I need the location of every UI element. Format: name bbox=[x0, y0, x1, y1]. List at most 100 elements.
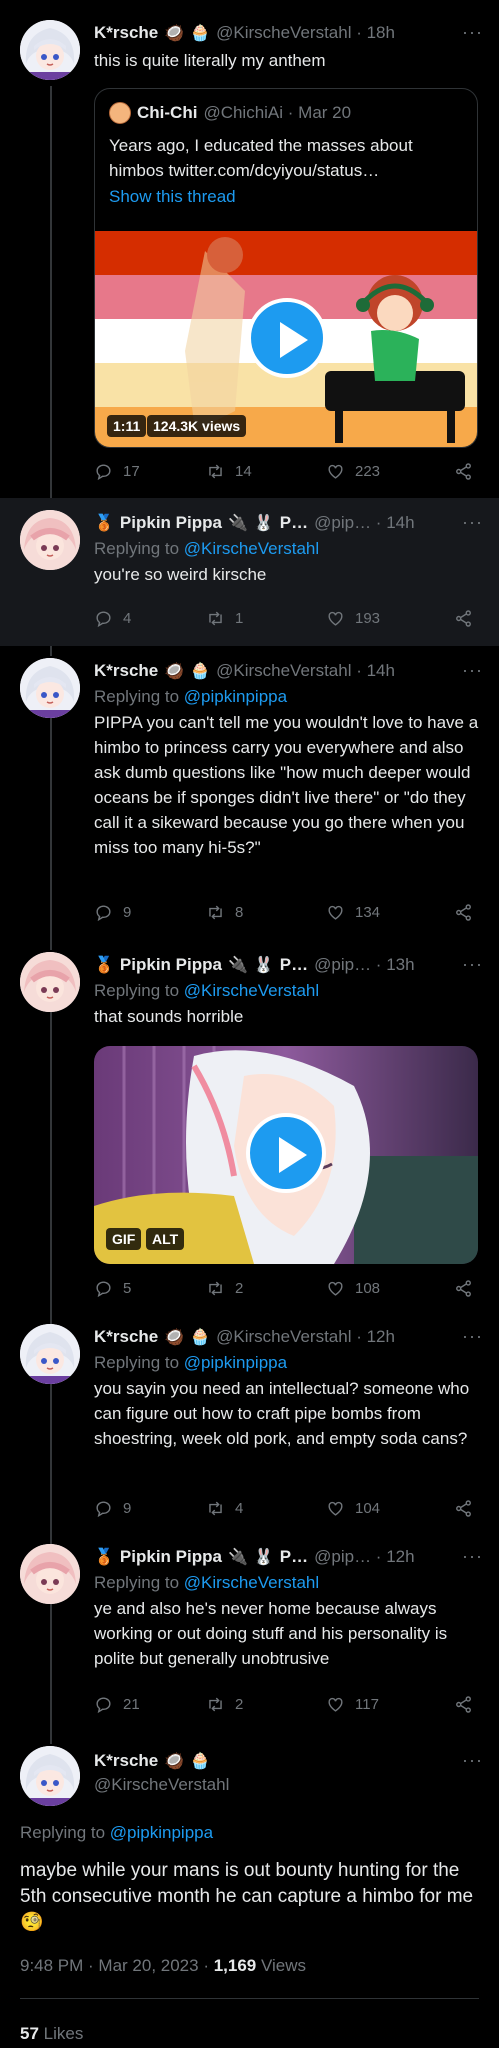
share-button[interactable] bbox=[454, 1695, 473, 1714]
more-icon[interactable]: ··· bbox=[462, 22, 483, 43]
display-name-tail: P… bbox=[279, 513, 309, 532]
likes-summary[interactable]: 57 Likes bbox=[20, 2024, 83, 2044]
handle-time[interactable]: @pip… · 14h bbox=[314, 513, 414, 533]
reply-icon bbox=[96, 1500, 111, 1517]
like-button[interactable]: 134 bbox=[326, 903, 380, 922]
reply-mention-link[interactable]: @KirscheVerstahl bbox=[184, 539, 319, 558]
retweet-button[interactable]: 2 bbox=[206, 1279, 243, 1298]
share-button[interactable] bbox=[454, 1279, 473, 1298]
avatar-kirsche[interactable] bbox=[20, 20, 80, 80]
reply-button[interactable]: 9 bbox=[94, 903, 131, 922]
retweet-button[interactable]: 1 bbox=[206, 609, 243, 628]
tweet-text: that sounds horrible bbox=[94, 1007, 244, 1026]
play-icon[interactable] bbox=[246, 1113, 326, 1193]
tweet[interactable]: K*rsche 🥥 🧁 @KirscheVerstahl · 18h ··· t… bbox=[0, 0, 499, 498]
focused-tweet: K*rsche 🥥 🧁 ··· @KirscheVerstahl Replyin… bbox=[0, 1728, 499, 2048]
avatar-kirsche[interactable] bbox=[20, 658, 80, 718]
reply-mention-link[interactable]: @pipkinpippa bbox=[184, 687, 287, 706]
retweet-button[interactable]: 2 bbox=[206, 1695, 243, 1714]
reply-icon bbox=[96, 1696, 111, 1713]
tweet-actions: 9 4 104 bbox=[94, 1496, 483, 1520]
retweet-count: 2 bbox=[235, 1695, 244, 1713]
reply-mention-link[interactable]: @KirscheVerstahl bbox=[184, 1573, 319, 1592]
bronze-medal-emoji: 🥉 bbox=[94, 957, 114, 974]
reply-button[interactable]: 9 bbox=[94, 1499, 131, 1518]
likes-count: 57 bbox=[20, 2024, 39, 2043]
like-button[interactable]: 108 bbox=[326, 1279, 380, 1298]
like-button[interactable]: 117 bbox=[326, 1695, 379, 1714]
reply-mention-link[interactable]: @pipkinpippa bbox=[184, 1353, 287, 1372]
reply-count: 4 bbox=[123, 609, 132, 627]
tweet-text: you sayin you need an intellectual? some… bbox=[94, 1379, 470, 1448]
like-button[interactable]: 104 bbox=[326, 1499, 380, 1518]
tweet-text: PIPPA you can't tell me you wouldn't lov… bbox=[94, 713, 479, 857]
handle-time[interactable]: @KirscheVerstahl · 18h bbox=[216, 23, 395, 43]
handle-time[interactable]: @KirscheVerstahl · 12h bbox=[216, 1327, 395, 1347]
reply-button[interactable]: 5 bbox=[94, 1279, 131, 1298]
views-label: Views bbox=[256, 1956, 307, 1975]
like-button[interactable]: 193 bbox=[326, 609, 380, 628]
handle[interactable]: @KirscheVerstahl bbox=[94, 1774, 483, 1796]
avatar-pippa[interactable] bbox=[20, 952, 80, 1012]
tweet-actions: 9 8 134 bbox=[94, 900, 483, 924]
tweet[interactable]: 🥉 Pipkin Pippa 🔌 🐰 P… @pip… · 14h ··· Re… bbox=[0, 498, 499, 646]
more-icon[interactable]: ··· bbox=[462, 1546, 483, 1567]
display-name[interactable]: Pipkin Pippa bbox=[120, 955, 222, 975]
like-count: 223 bbox=[355, 462, 381, 480]
more-icon[interactable]: ··· bbox=[462, 1326, 483, 1347]
tweet[interactable]: K*rsche 🥥 🧁 @KirscheVerstahl · 12h ··· R… bbox=[0, 1312, 499, 1532]
handle-time[interactable]: @pip… · 12h bbox=[314, 1547, 414, 1567]
cupcake-emoji: 🧁 bbox=[190, 25, 211, 42]
reply-icon bbox=[96, 1280, 111, 1297]
like-button[interactable]: 223 bbox=[326, 462, 380, 481]
reply-count: 5 bbox=[123, 1279, 132, 1297]
gif-media[interactable]: GIF ALT bbox=[94, 1046, 478, 1264]
avatar-pippa[interactable] bbox=[20, 510, 80, 570]
quote-tweet[interactable]: Chi-Chi @ChichiAi · Mar 20 Years ago, I … bbox=[94, 88, 478, 448]
avatar-pippa[interactable] bbox=[20, 1544, 80, 1604]
tweet[interactable]: 🥉 Pipkin Pippa 🔌 🐰 P… @pip… · 12h ··· Re… bbox=[0, 1532, 499, 1728]
handle-time[interactable]: @KirscheVerstahl · 14h bbox=[216, 661, 395, 681]
reply-mention-link[interactable]: @KirscheVerstahl bbox=[184, 981, 319, 1000]
avatar-kirsche[interactable] bbox=[20, 1324, 80, 1384]
retweet-button[interactable]: 8 bbox=[206, 903, 243, 922]
retweet-button[interactable]: 14 bbox=[206, 462, 252, 481]
share-button[interactable] bbox=[454, 1499, 473, 1518]
display-name[interactable]: K*rsche bbox=[94, 23, 158, 43]
coconut-emoji: 🥥 bbox=[164, 663, 185, 680]
like-icon bbox=[328, 464, 343, 479]
more-icon[interactable]: ··· bbox=[462, 660, 483, 681]
more-icon[interactable]: ··· bbox=[462, 954, 483, 975]
display-name[interactable]: Pipkin Pippa bbox=[120, 513, 222, 533]
reply-prefix: Replying to bbox=[94, 687, 180, 706]
reply-button[interactable]: 4 bbox=[94, 609, 131, 628]
more-icon[interactable]: ··· bbox=[462, 1750, 483, 1771]
share-button[interactable] bbox=[454, 462, 473, 481]
play-icon[interactable] bbox=[247, 298, 327, 378]
alt-badge[interactable]: ALT bbox=[146, 1228, 185, 1250]
show-thread-link[interactable]: Show this thread bbox=[109, 187, 236, 207]
tweet-text: ye and also he's never home because alwa… bbox=[94, 1599, 448, 1668]
display-name[interactable]: K*rsche bbox=[94, 1751, 158, 1771]
tweet[interactable]: K*rsche 🥥 🧁 @KirscheVerstahl · 14h ··· R… bbox=[0, 646, 499, 940]
reply-button[interactable]: 21 bbox=[94, 1695, 140, 1714]
reply-prefix: Replying to bbox=[94, 539, 180, 558]
reply-button[interactable]: 17 bbox=[94, 462, 140, 481]
display-name[interactable]: K*rsche bbox=[94, 661, 158, 681]
more-icon[interactable]: ··· bbox=[462, 512, 483, 533]
reply-count: 9 bbox=[123, 903, 132, 921]
retweet-button[interactable]: 4 bbox=[206, 1499, 243, 1518]
divider bbox=[20, 1998, 479, 1999]
video-thumbnail[interactable]: 1:11 124.3K views bbox=[95, 231, 477, 447]
display-name[interactable]: K*rsche bbox=[94, 1327, 158, 1347]
display-name[interactable]: Pipkin Pippa bbox=[120, 1547, 222, 1567]
share-button[interactable] bbox=[454, 903, 473, 922]
tweet[interactable]: 🥉 Pipkin Pippa 🔌 🐰 P… @pip… · 13h ··· Re… bbox=[0, 940, 499, 1312]
reply-icon bbox=[96, 463, 111, 480]
avatar-kirsche[interactable] bbox=[20, 1746, 80, 1806]
reply-mention-link[interactable]: @pipkinpippa bbox=[110, 1823, 213, 1842]
cupcake-emoji: 🧁 bbox=[190, 663, 211, 680]
timestamp[interactable]: 9:48 PM · Mar 20, 2023 · bbox=[20, 1956, 214, 1975]
handle-time[interactable]: @pip… · 13h bbox=[314, 955, 414, 975]
share-button[interactable] bbox=[454, 609, 473, 628]
